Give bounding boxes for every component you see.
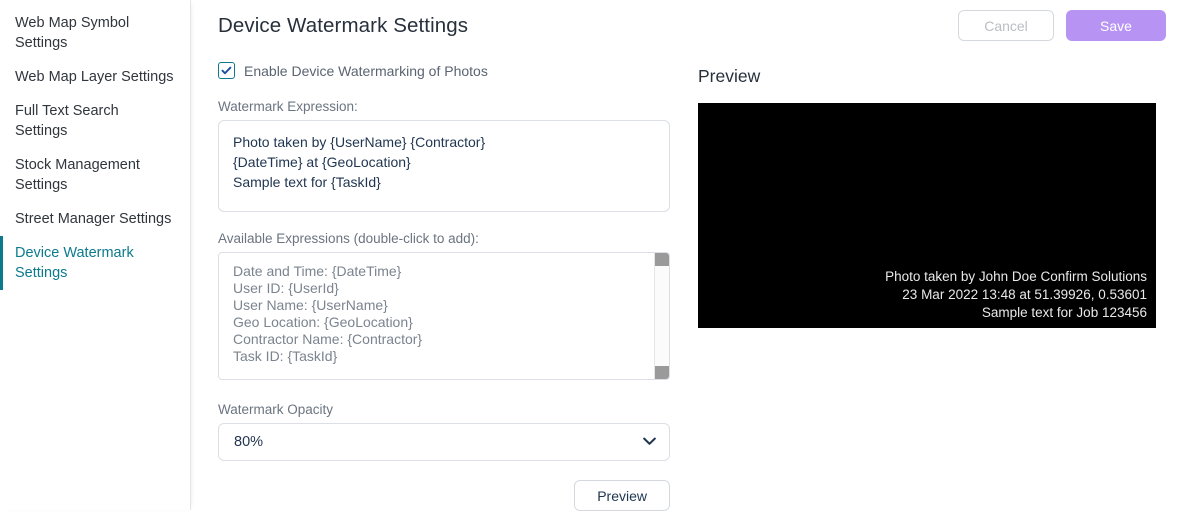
save-button[interactable]: Save xyxy=(1066,10,1166,41)
listbox-scrollbar[interactable] xyxy=(654,253,669,379)
header-actions: Cancel Save xyxy=(958,10,1166,41)
preview-image: Photo taken by John Doe Confirm Solution… xyxy=(698,103,1156,328)
sidebar-item-street-manager-settings[interactable]: Street Manager Settings xyxy=(0,202,190,236)
list-item[interactable]: Geo Location: {GeoLocation} xyxy=(233,314,655,331)
scrollbar-down-button[interactable] xyxy=(655,366,669,379)
list-item[interactable]: User Name: {UserName} xyxy=(233,297,655,314)
expression-line: {DateTime} at {GeoLocation} xyxy=(233,154,411,170)
list-item[interactable]: Contractor Name: {Contractor} xyxy=(233,331,655,348)
available-expressions-label: Available Expressions (double-click to a… xyxy=(218,231,479,246)
sidebar-item-label: Street Manager Settings xyxy=(15,211,172,227)
check-icon xyxy=(221,65,232,76)
watermark-line: 23 Mar 2022 13:48 at 51.39926, 0.53601 xyxy=(902,287,1147,302)
watermark-opacity-block: Watermark Opacity 80% xyxy=(218,402,670,461)
scrollbar-up-button[interactable] xyxy=(655,253,669,266)
preview-title: Preview xyxy=(698,66,761,86)
watermark-opacity-value: 80% xyxy=(234,434,264,450)
watermark-opacity-label: Watermark Opacity xyxy=(218,402,334,417)
expression-line: Photo taken by {UserName} {Contractor} xyxy=(233,134,486,150)
sidebar-item-web-map-layer-settings[interactable]: Web Map Layer Settings xyxy=(0,60,190,94)
available-expressions-listbox[interactable]: Date and Time: {DateTime} User ID: {User… xyxy=(218,252,670,380)
watermark-expression-label: Watermark Expression: xyxy=(218,99,358,114)
sidebar-item-stock-management-settings[interactable]: Stock Management Settings xyxy=(0,148,190,202)
sidebar-item-label: Web Map Layer Settings xyxy=(15,69,174,85)
list-item[interactable]: User ID: {UserId} xyxy=(233,280,655,297)
scrollbar-track[interactable] xyxy=(655,266,669,366)
enable-watermarking-row: Enable Device Watermarking of Photos xyxy=(218,62,670,79)
preview-button[interactable]: Preview xyxy=(574,480,670,511)
enable-watermarking-label: Enable Device Watermarking of Photos xyxy=(244,62,488,79)
settings-form: Enable Device Watermarking of Photos Wat… xyxy=(218,62,670,511)
main-content: Device Watermark Settings Cancel Save En… xyxy=(190,0,1188,511)
watermark-line: Sample text for Job 123456 xyxy=(981,305,1147,320)
sidebar-item-web-map-symbol-settings[interactable]: Web Map Symbol Settings xyxy=(0,6,190,60)
settings-page: Web Map Symbol Settings Web Map Layer Se… xyxy=(0,0,1188,511)
watermark-expression-textarea[interactable]: Photo taken by {UserName} {Contractor} {… xyxy=(218,120,670,212)
list-item[interactable]: Date and Time: {DateTime} xyxy=(233,263,655,280)
sidebar: Web Map Symbol Settings Web Map Layer Se… xyxy=(0,0,190,510)
sidebar-item-device-watermark-settings[interactable]: Device Watermark Settings xyxy=(0,236,190,290)
watermark-line: Photo taken by John Doe Confirm Solution… xyxy=(885,269,1147,284)
list-item[interactable]: Task ID: {TaskId} xyxy=(233,348,655,365)
chevron-down-icon xyxy=(643,434,656,450)
sidebar-item-label: Device Watermark Settings xyxy=(15,245,134,281)
sidebar-item-label: Stock Management Settings xyxy=(15,157,140,193)
preview-watermark-text: Photo taken by John Doe Confirm Solution… xyxy=(885,268,1147,322)
enable-watermarking-checkbox[interactable] xyxy=(218,62,235,79)
preview-button-row: Preview xyxy=(218,480,670,511)
sidebar-item-label: Full Text Search Settings xyxy=(15,103,119,139)
available-expressions-list: Date and Time: {DateTime} User ID: {User… xyxy=(219,253,669,375)
watermark-opacity-select[interactable]: 80% xyxy=(218,423,670,461)
preview-panel: Preview Photo taken by John Doe Confirm … xyxy=(698,62,1166,511)
expression-line: Sample text for {TaskId} xyxy=(233,174,381,190)
cancel-button[interactable]: Cancel xyxy=(958,10,1054,41)
sidebar-item-label: Web Map Symbol Settings xyxy=(15,15,130,51)
sidebar-item-full-text-search-settings[interactable]: Full Text Search Settings xyxy=(0,94,190,148)
content-columns: Enable Device Watermarking of Photos Wat… xyxy=(218,62,1166,511)
